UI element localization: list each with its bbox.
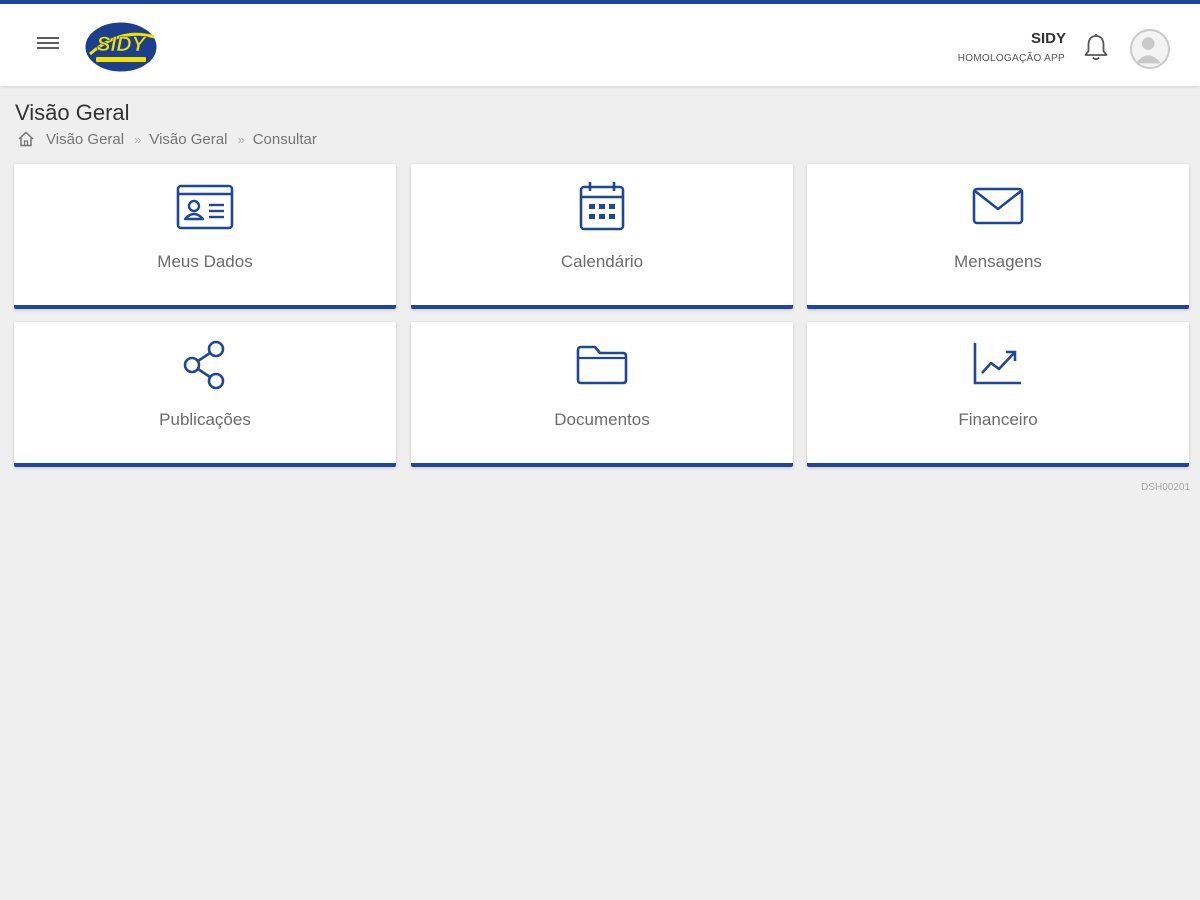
card-meus-dados[interactable]: Meus Dados: [14, 164, 396, 309]
page-title: Visão Geral: [15, 100, 130, 125]
share-icon: [183, 340, 225, 390]
app-header: SIDY SIDY HOMOLOGAÇÃO APP: [0, 4, 1200, 86]
bell-icon[interactable]: [1082, 33, 1110, 63]
sidy-logo[interactable]: SIDY: [84, 21, 158, 73]
id-card-icon: [176, 184, 234, 230]
card-documentos[interactable]: Documentos: [411, 322, 793, 467]
folder-icon: [576, 345, 628, 385]
user-avatar-icon[interactable]: [1130, 29, 1170, 69]
card-label: Mensagens: [954, 252, 1042, 271]
breadcrumb-separator: »: [134, 131, 142, 147]
envelope-icon: [972, 187, 1024, 225]
screen-code: DSH00201: [1141, 482, 1190, 493]
calendar-icon: [579, 182, 625, 231]
breadcrumb: Visão Geral » Visão Geral » Consultar: [17, 129, 317, 149]
card-mensagens[interactable]: Mensagens: [807, 164, 1189, 309]
home-icon[interactable]: [17, 130, 35, 148]
card-label: Meus Dados: [157, 252, 253, 271]
user-name: SIDY: [1030, 30, 1066, 47]
card-publicacoes[interactable]: Publicações: [14, 322, 396, 467]
svg-text:SIDY: SIDY: [96, 33, 147, 56]
breadcrumb-separator: »: [237, 131, 245, 147]
trend-chart-icon: [973, 343, 1021, 385]
card-calendario[interactable]: Calendário: [411, 164, 793, 309]
card-label: Documentos: [554, 410, 650, 429]
breadcrumb-item-visao-geral-2[interactable]: Visão Geral: [149, 131, 227, 148]
card-label: Financeiro: [958, 410, 1038, 429]
card-financeiro[interactable]: Financeiro: [807, 322, 1189, 467]
breadcrumb-item-visao-geral[interactable]: Visão Geral: [46, 131, 124, 148]
card-label: Publicações: [159, 410, 251, 429]
breadcrumb-item-consultar: Consultar: [252, 130, 317, 148]
user-environment: HOMOLOGAÇÃO APP: [957, 53, 1065, 64]
menu-icon[interactable]: [36, 34, 64, 56]
card-label: Calendário: [560, 252, 644, 271]
